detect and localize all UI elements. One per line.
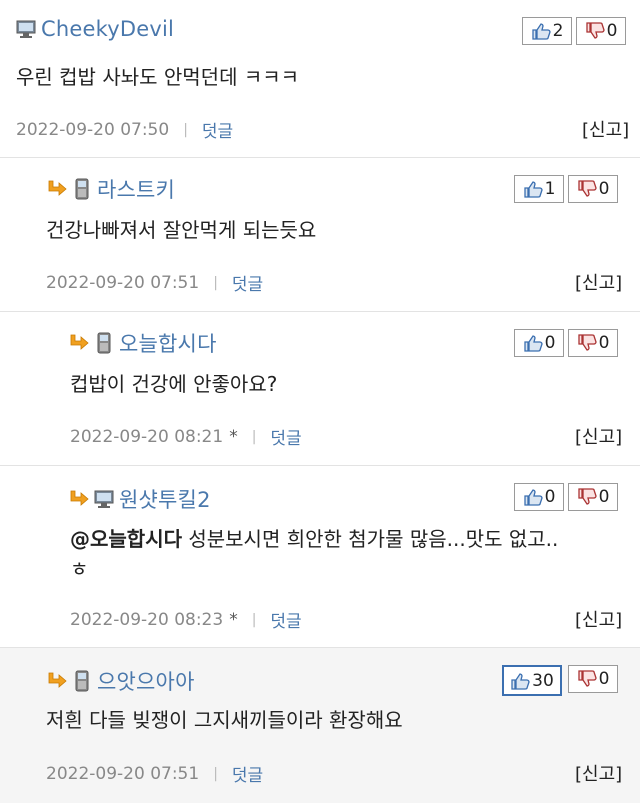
reply-arrow-icon bbox=[70, 334, 89, 350]
thumbs-down-icon bbox=[577, 334, 597, 351]
upvote-button[interactable]: 0 bbox=[514, 483, 564, 511]
vote-buttons: 30 0 bbox=[502, 665, 618, 696]
upvote-button[interactable]: 0 bbox=[514, 329, 564, 357]
edited-mark: * bbox=[229, 609, 238, 630]
vote-buttons: 0 0 bbox=[514, 483, 618, 511]
comment-meta: 2022-09-20 07:51 | 덧글 bbox=[46, 761, 263, 787]
meta-divider: | bbox=[183, 121, 188, 138]
edited-mark: * bbox=[229, 426, 238, 447]
comment-item: 으앗으아아 30 0 저흰 다들 빚쟁이 그지새끼들이라 환장해요 2022-0… bbox=[0, 648, 640, 803]
reply-link[interactable]: 덧글 bbox=[202, 117, 233, 142]
comment-author[interactable]: 라스트키 bbox=[46, 174, 175, 204]
author-name: 라스트키 bbox=[97, 178, 176, 202]
meta-divider: | bbox=[251, 611, 257, 628]
reply-link[interactable]: 덧글 bbox=[270, 607, 301, 632]
comment-text-line2: ㅎ bbox=[70, 557, 89, 581]
thumbs-down-icon bbox=[577, 670, 597, 687]
upvote-count: 0 bbox=[544, 333, 556, 353]
downvote-button[interactable]: 0 bbox=[568, 483, 618, 511]
comment-item: 원샷투킬2 0 0 @오늘합시다 성분보시면 희안한 첨가물 많음...맛도 없… bbox=[0, 466, 640, 648]
comment-date: 2022-09-20 07:50 bbox=[16, 119, 170, 140]
reply-link[interactable]: 덧글 bbox=[232, 761, 263, 786]
comment-text: 컵밥이 건강에 안좋아요? bbox=[70, 372, 278, 396]
upvote-count: 2 bbox=[552, 21, 564, 41]
thumbs-up-icon bbox=[523, 489, 543, 506]
author-name: 으앗으아아 bbox=[97, 670, 195, 694]
comment-text: 우린 컵밥 사놔도 안먹던데 ㅋㅋㅋ bbox=[16, 65, 300, 89]
comment-text-line1: 성분보시면 희안한 첨가물 많음...맛도 없고.. bbox=[182, 527, 559, 551]
thumbs-down-icon bbox=[577, 488, 597, 505]
thumbs-up-icon bbox=[511, 672, 530, 690]
comment-meta: 2022-09-20 07:51 | 덧글 bbox=[46, 270, 263, 296]
thumbs-down-icon bbox=[577, 180, 597, 197]
meta-divider: | bbox=[251, 428, 257, 445]
upvote-count: 30 bbox=[532, 670, 554, 691]
report-link[interactable]: [신고] bbox=[582, 116, 629, 142]
reply-arrow-icon bbox=[48, 180, 67, 196]
comment-item: 오늘합시다 0 0 컵밥이 건강에 안좋아요? 2022-09-20 08:21… bbox=[0, 312, 640, 466]
upvote-count: 0 bbox=[544, 487, 556, 507]
reply-arrow-icon bbox=[70, 490, 89, 506]
mobile-icon bbox=[97, 332, 111, 354]
reply-arrow-icon bbox=[48, 672, 67, 688]
vote-buttons: 0 0 bbox=[514, 329, 618, 357]
meta-divider: | bbox=[213, 274, 218, 291]
downvote-button[interactable]: 0 bbox=[576, 17, 626, 45]
upvote-button[interactable]: 1 bbox=[514, 175, 564, 203]
comment-text: 건강나빠져서 잘안먹게 되는듯요 bbox=[46, 218, 317, 242]
vote-buttons: 2 0 bbox=[522, 17, 626, 45]
comment-meta: 2022-09-20 08:23 * | 덧글 bbox=[70, 607, 302, 633]
comment-author[interactable]: 원샷투킬2 bbox=[68, 484, 211, 514]
downvote-button[interactable]: 0 bbox=[568, 175, 618, 203]
thumbs-up-icon bbox=[523, 181, 543, 198]
author-name: CheekyDevil bbox=[41, 17, 175, 41]
reply-link[interactable]: 덧글 bbox=[270, 424, 301, 449]
comment-date: 2022-09-20 07:51 bbox=[46, 272, 200, 293]
author-name: 원샷투킬2 bbox=[119, 488, 211, 512]
comment-text: @오늘합시다 성분보시면 희안한 첨가물 많음...맛도 없고.. ㅎ bbox=[70, 524, 558, 584]
downvote-count: 0 bbox=[606, 21, 618, 41]
comment-meta: 2022-09-20 07:50 | 덧글 bbox=[16, 117, 233, 143]
comment-date: 2022-09-20 08:21 bbox=[70, 426, 224, 447]
vote-buttons: 1 0 bbox=[514, 175, 618, 203]
comment-author[interactable]: CheekyDevil bbox=[16, 17, 174, 41]
upvote-button[interactable]: 30 bbox=[502, 665, 562, 696]
upvote-count: 1 bbox=[544, 179, 556, 199]
downvote-count: 0 bbox=[598, 333, 610, 353]
author-name: 오늘합시다 bbox=[119, 332, 217, 356]
meta-divider: | bbox=[213, 765, 218, 782]
report-link[interactable]: [신고] bbox=[575, 269, 622, 295]
comment-date: 2022-09-20 07:51 bbox=[46, 763, 200, 784]
mobile-icon bbox=[75, 670, 89, 692]
downvote-count: 0 bbox=[598, 179, 610, 199]
report-link[interactable]: [신고] bbox=[575, 606, 622, 632]
comment-author[interactable]: 으앗으아아 bbox=[46, 666, 195, 696]
downvote-button[interactable]: 0 bbox=[568, 329, 618, 357]
comment-item: 라스트키 1 0 건강나빠져서 잘안먹게 되는듯요 2022-09-20 07:… bbox=[0, 158, 640, 312]
comment-date: 2022-09-20 08:23 bbox=[70, 609, 224, 630]
thumbs-up-icon bbox=[531, 23, 551, 40]
mobile-icon bbox=[75, 178, 89, 200]
comment-item: CheekyDevil 2 0 우린 컵밥 사놔도 안먹던데 ㅋㅋㅋ 2022-… bbox=[0, 0, 640, 158]
downvote-button[interactable]: 0 bbox=[568, 665, 618, 693]
desktop-icon bbox=[94, 490, 114, 508]
report-link[interactable]: [신고] bbox=[575, 423, 622, 449]
comment-meta: 2022-09-20 08:21 * | 덧글 bbox=[70, 424, 302, 450]
comment-author[interactable]: 오늘합시다 bbox=[68, 328, 217, 358]
mention-link[interactable]: @오늘합시다 bbox=[70, 527, 182, 551]
upvote-button[interactable]: 2 bbox=[522, 17, 572, 45]
downvote-count: 0 bbox=[598, 669, 610, 689]
comment-text: 저흰 다들 빚쟁이 그지새끼들이라 환장해요 bbox=[46, 708, 403, 732]
report-link[interactable]: [신고] bbox=[575, 760, 622, 786]
desktop-icon bbox=[16, 20, 36, 38]
downvote-count: 0 bbox=[598, 487, 610, 507]
thumbs-up-icon bbox=[523, 335, 543, 352]
thumbs-down-icon bbox=[585, 22, 605, 39]
reply-link[interactable]: 덧글 bbox=[232, 270, 263, 295]
